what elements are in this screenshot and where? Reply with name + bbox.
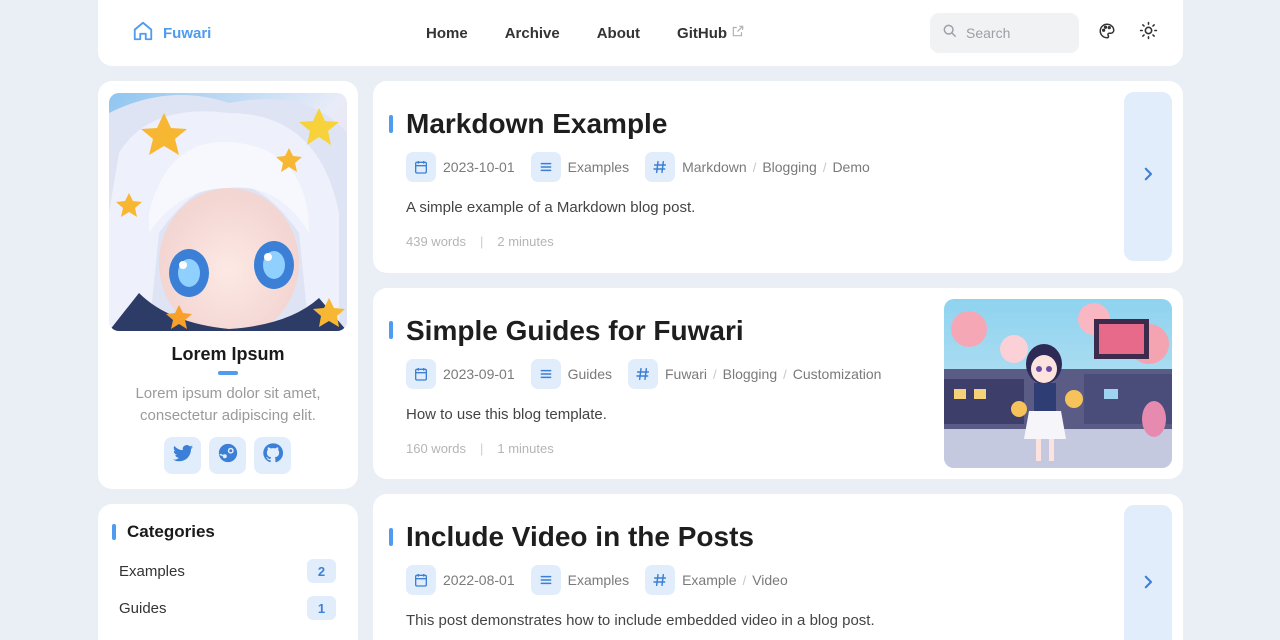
post-cover-image[interactable]	[944, 299, 1172, 468]
nav-link-archive[interactable]: Archive	[505, 25, 560, 42]
hash-icon	[645, 565, 676, 595]
category-label: Examples	[119, 562, 185, 580]
calendar-icon	[406, 359, 436, 389]
profile-name-underline	[218, 371, 238, 375]
brand-link[interactable]: Fuwari	[132, 20, 211, 47]
steam-icon	[217, 442, 239, 469]
home-icon	[132, 20, 154, 47]
search-icon	[942, 23, 958, 44]
post-date: 2023-09-01	[443, 366, 515, 382]
menu-icon	[530, 152, 561, 182]
menu-icon	[530, 565, 561, 595]
post-title[interactable]: Markdown Example	[406, 108, 667, 140]
post-tag-link[interactable]: Blogging	[723, 366, 778, 382]
calendar-icon	[406, 565, 436, 595]
chevron-right-icon	[1139, 165, 1157, 188]
nav-link-github[interactable]: GitHub	[677, 24, 745, 42]
hash-icon	[645, 152, 676, 182]
categories-title-bar	[112, 524, 116, 540]
post-category-link[interactable]: Examples	[568, 572, 629, 588]
hash-icon	[627, 359, 658, 389]
post-tag-link[interactable]: Video	[752, 572, 788, 588]
palette-icon	[1098, 22, 1116, 45]
post-word-count: 160 words	[406, 441, 466, 456]
post-category-link[interactable]: Examples	[568, 159, 629, 175]
post-tag-link[interactable]: Markdown	[682, 159, 747, 175]
github-icon	[262, 442, 284, 469]
category-item-guides[interactable]: Guides 1	[110, 593, 336, 623]
post-card: Simple Guides for Fuwari 2023-09-01 Guid…	[373, 288, 1183, 479]
post-read-time: 1 minutes	[497, 441, 554, 456]
calendar-icon	[406, 152, 436, 182]
theme-toggle-button[interactable]	[1136, 20, 1160, 46]
github-button[interactable]	[254, 437, 291, 474]
avatar[interactable]	[109, 93, 347, 331]
nav-link-about[interactable]: About	[597, 25, 640, 42]
nav-link-github-label: GitHub	[677, 24, 728, 42]
post-title[interactable]: Include Video in the Posts	[406, 521, 754, 553]
nav-links: Home Archive About GitHub	[410, 0, 745, 66]
post-title-bar	[389, 115, 393, 133]
profile-bio: Lorem ipsum dolor sit amet, consectetur …	[135, 385, 321, 424]
categories-title: Categories	[127, 522, 215, 541]
post-read-time: 2 minutes	[497, 234, 554, 249]
steam-button[interactable]	[209, 437, 246, 474]
post-enter-button[interactable]	[1124, 505, 1172, 640]
post-date: 2022-08-01	[443, 572, 515, 588]
social-links	[164, 437, 291, 474]
post-meta: 2022-08-01 Examples Example / Video	[406, 565, 804, 595]
post-stats: 160 words | 1 minutes	[406, 441, 554, 456]
palette-button[interactable]	[1095, 20, 1119, 46]
post-word-count: 439 words	[406, 234, 466, 249]
post-card: Include Video in the Posts 2022-08-01 Ex…	[373, 494, 1183, 640]
post-enter-button[interactable]	[1124, 92, 1172, 261]
external-link-icon	[731, 24, 745, 42]
post-title-bar	[389, 528, 393, 546]
twitter-icon	[172, 442, 194, 469]
category-item-examples[interactable]: Examples 2	[110, 556, 336, 586]
post-date: 2023-10-01	[443, 159, 515, 175]
post-meta: 2023-09-01 Guides Fuwari / Blogging / Cu…	[406, 359, 897, 389]
navbar: Fuwari Home Archive About GitHub	[98, 0, 1183, 66]
post-meta: 2023-10-01 Examples Markdown / Blogging …	[406, 152, 886, 182]
profile-card: Lorem Ipsum Lorem ipsum dolor sit amet, …	[98, 81, 358, 489]
category-count-badge: 2	[307, 559, 336, 583]
category-count-badge: 1	[307, 596, 336, 620]
post-title[interactable]: Simple Guides for Fuwari	[406, 315, 744, 347]
search-box[interactable]	[930, 13, 1079, 53]
post-description: A simple example of a Markdown blog post…	[406, 199, 696, 216]
post-category-link[interactable]: Guides	[568, 366, 612, 382]
post-tag-link[interactable]: Demo	[832, 159, 869, 175]
post-tag-link[interactable]: Customization	[793, 366, 882, 382]
post-title-bar	[389, 321, 393, 339]
nav-link-home[interactable]: Home	[410, 25, 468, 42]
profile-name: Lorem Ipsum	[171, 344, 285, 364]
post-tag-link[interactable]: Example	[682, 572, 736, 588]
categories-card: Categories Examples 2 Guides 1	[98, 504, 358, 640]
post-description: How to use this blog template.	[406, 406, 607, 423]
post-stats: 439 words | 2 minutes	[406, 234, 554, 249]
search-input[interactable]	[966, 25, 1066, 41]
chevron-right-icon	[1139, 573, 1157, 596]
sun-icon	[1139, 21, 1158, 45]
menu-icon	[530, 359, 561, 389]
post-tag-link[interactable]: Blogging	[762, 159, 817, 175]
brand-name: Fuwari	[163, 25, 212, 42]
category-label: Guides	[119, 599, 167, 617]
post-tag-link[interactable]: Fuwari	[665, 366, 707, 382]
post-card: Markdown Example 2023-10-01 Examples Mar…	[373, 81, 1183, 273]
post-description: This post demonstrates how to include em…	[406, 612, 875, 629]
twitter-button[interactable]	[164, 437, 201, 474]
